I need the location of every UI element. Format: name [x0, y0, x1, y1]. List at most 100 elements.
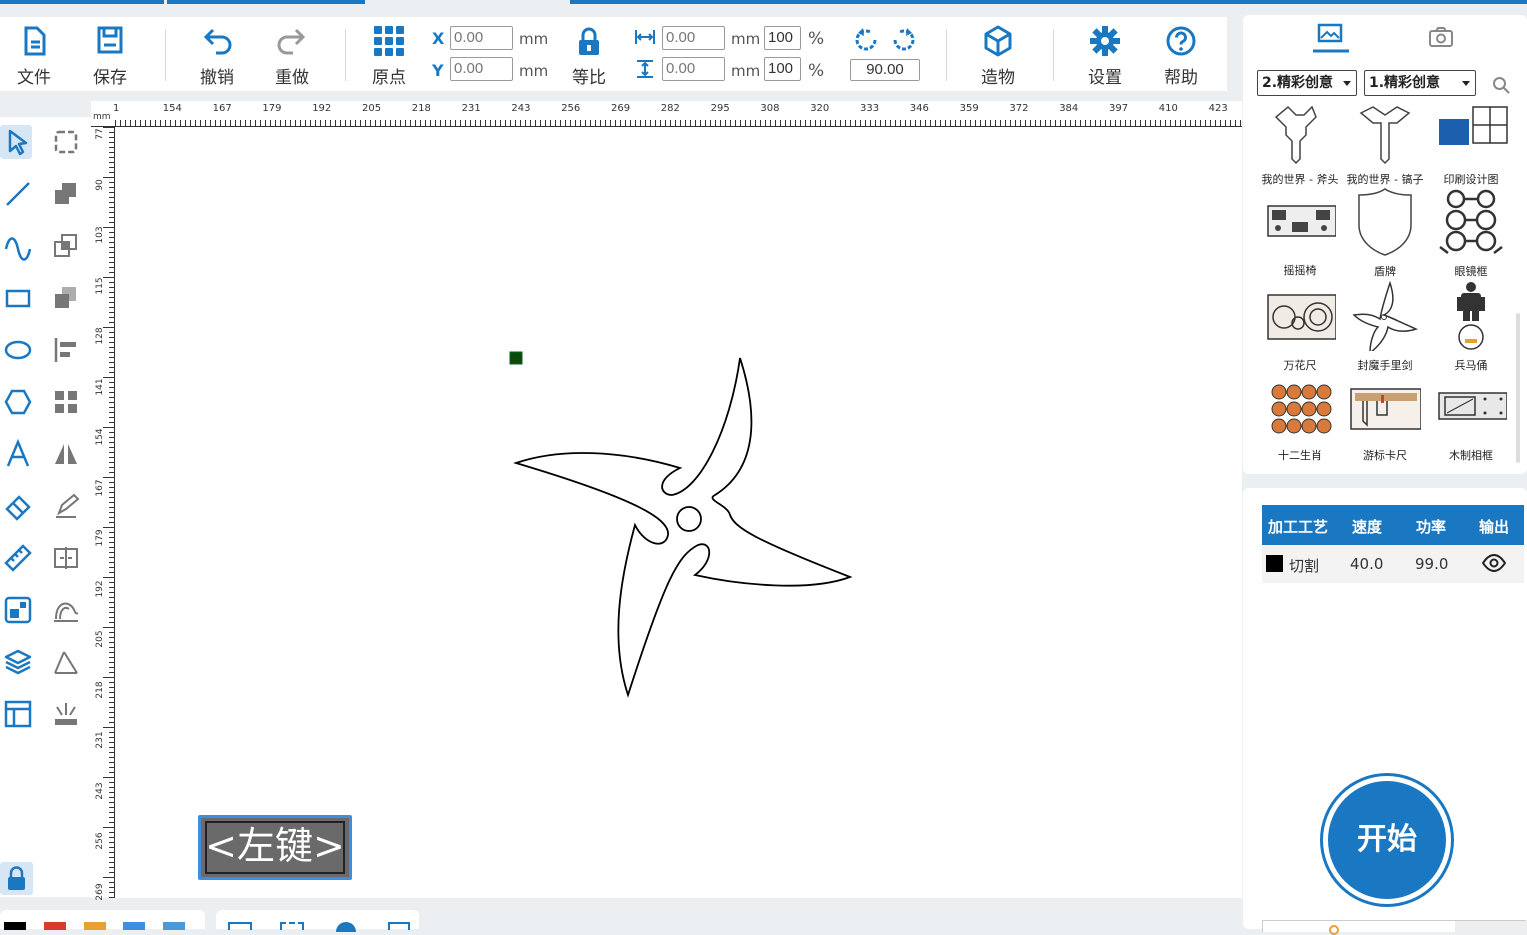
rotate-left-icon[interactable]: [851, 25, 881, 55]
lock-toggle[interactable]: [0, 862, 33, 895]
dropdown-1-value: 2.精彩创意: [1262, 75, 1334, 91]
canvas-lock-icon: [8, 866, 25, 890]
start-button-label: 开始: [1357, 822, 1417, 857]
cube-icon: [984, 25, 1012, 57]
layout-icon[interactable]: [3, 699, 33, 729]
fillet-icon[interactable]: [51, 647, 81, 677]
shuriken-design[interactable]: [91, 101, 1242, 898]
axe-thumbnail: [1274, 105, 1317, 165]
settings-label: 设置: [1088, 68, 1122, 88]
rectangle-tool-icon[interactable]: [3, 283, 33, 313]
x-position-input[interactable]: 0.00: [450, 26, 513, 50]
save-button[interactable]: 保存: [80, 25, 140, 88]
gallery-item[interactable]: 摇摇椅: [1258, 196, 1342, 278]
polygon-tool-icon[interactable]: [3, 387, 33, 417]
laser-light-icon[interactable]: [51, 699, 81, 729]
category-dropdown-1[interactable]: 2.精彩创意: [1257, 70, 1357, 96]
undo-button[interactable]: 撤销: [187, 25, 247, 88]
gallery-item[interactable]: 眼镜框: [1429, 187, 1513, 279]
pan-icon[interactable]: [336, 922, 356, 932]
start-button[interactable]: 开始: [1323, 776, 1451, 904]
origin-marker[interactable]: [509, 351, 523, 365]
layers-icon[interactable]: [3, 647, 33, 677]
help-label: 帮助: [1164, 68, 1198, 88]
shield-thumbnail: [1358, 188, 1412, 256]
union-icon[interactable]: [51, 179, 81, 209]
height-percent-input[interactable]: 100: [764, 57, 801, 81]
gallery-item[interactable]: 印刷设计图: [1429, 105, 1513, 187]
gallery-image-icon: [1313, 23, 1349, 53]
arrange-grid-icon[interactable]: [51, 387, 81, 417]
layer-color-swatch[interactable]: [1266, 555, 1283, 572]
mirror-icon[interactable]: [51, 439, 81, 469]
process-speed[interactable]: 40.0: [1350, 555, 1383, 573]
rotation-input[interactable]: 90.00: [850, 59, 920, 81]
line-tool-icon[interactable]: [3, 179, 33, 209]
origin-button[interactable]: 原点: [359, 25, 419, 88]
build-button[interactable]: 造物: [968, 25, 1028, 88]
image-trace-icon[interactable]: [3, 595, 33, 625]
ellipse-tool-icon[interactable]: [3, 335, 33, 365]
process-power[interactable]: 99.0: [1415, 555, 1448, 573]
help-icon: [1166, 26, 1196, 56]
redo-label: 重做: [275, 68, 309, 88]
width-input[interactable]: 0.00: [662, 26, 725, 50]
gallery-item[interactable]: 盾牌: [1343, 187, 1427, 279]
curve-tool-icon[interactable]: [3, 231, 33, 261]
toolbar-divider: [165, 29, 166, 81]
gallery-item[interactable]: 十二生肖: [1258, 381, 1342, 463]
eye-icon[interactable]: [1482, 554, 1506, 572]
gallery-item-label: 我的世界 - 镐子: [1346, 173, 1424, 186]
width-percent-input[interactable]: 100: [764, 26, 801, 50]
gallery-item[interactable]: 封魔手里剑: [1343, 281, 1427, 373]
select-arrow-icon[interactable]: [3, 127, 33, 157]
save-label: 保存: [93, 68, 127, 88]
color-palette: [0, 910, 205, 930]
ruler-measure-icon[interactable]: [3, 543, 33, 573]
toolbar-divider: [1053, 29, 1054, 81]
gallery-scrollbar[interactable]: [1516, 313, 1520, 463]
node-edit-icon[interactable]: [51, 127, 81, 157]
align-left-icon[interactable]: [51, 335, 81, 365]
gallery-item[interactable]: 万花尺: [1258, 291, 1342, 373]
tab-gallery[interactable]: [1311, 19, 1351, 55]
zodiac-thumbnail: [1271, 384, 1332, 434]
gallery-item[interactable]: 我的世界 - 镐子: [1343, 105, 1427, 187]
settings-button[interactable]: 设置: [1075, 25, 1135, 88]
file-button[interactable]: 文件: [4, 25, 64, 88]
intersect-icon[interactable]: [51, 231, 81, 261]
gallery-item-label: 盾牌: [1374, 265, 1396, 278]
tab-camera[interactable]: [1426, 25, 1458, 51]
offset-path-icon[interactable]: [51, 595, 81, 625]
search-icon[interactable]: [1492, 76, 1510, 94]
mouse-hint-overlay: <左键>: [198, 815, 352, 880]
lock-ratio-button[interactable]: 等比: [559, 25, 619, 88]
pen-draw-icon[interactable]: [51, 491, 81, 521]
gallery-item[interactable]: 我的世界 - 斧头: [1258, 105, 1342, 187]
gallery-item-label: 木制相框: [1449, 449, 1493, 462]
y-position-input[interactable]: 0.00: [450, 57, 513, 81]
bottom-tab-stub: [1262, 920, 1527, 935]
gallery-item[interactable]: 游标卡尺: [1343, 381, 1427, 463]
redo-button[interactable]: 重做: [262, 25, 322, 88]
height-input[interactable]: 0.00: [662, 57, 725, 81]
rotate-right-icon[interactable]: [889, 25, 919, 55]
shuriken-outline[interactable]: [513, 357, 853, 698]
print-design-thumbnail: [1439, 106, 1508, 145]
category-dropdown-2[interactable]: 1.精彩创意: [1364, 70, 1476, 96]
lock-ratio-label: 等比: [572, 68, 606, 88]
shuriken-center-hole[interactable]: [676, 506, 702, 532]
y-unit: mm: [519, 62, 549, 80]
file-icon: [24, 26, 46, 56]
header-process: 加工工艺: [1268, 518, 1329, 536]
gallery-item[interactable]: 木制相框: [1429, 381, 1513, 463]
text-tool-icon[interactable]: [3, 439, 33, 469]
process-row[interactable]: 切割 40.0 99.0: [1262, 545, 1524, 583]
gallery-item[interactable]: 兵马俑: [1429, 281, 1513, 373]
eraser-icon[interactable]: [3, 491, 33, 521]
subtract-icon[interactable]: [51, 283, 81, 313]
top-progress-strip: [0, 0, 1527, 4]
split-icon[interactable]: [51, 543, 81, 573]
help-button[interactable]: 帮助: [1151, 25, 1211, 88]
redo-icon: [277, 28, 306, 55]
